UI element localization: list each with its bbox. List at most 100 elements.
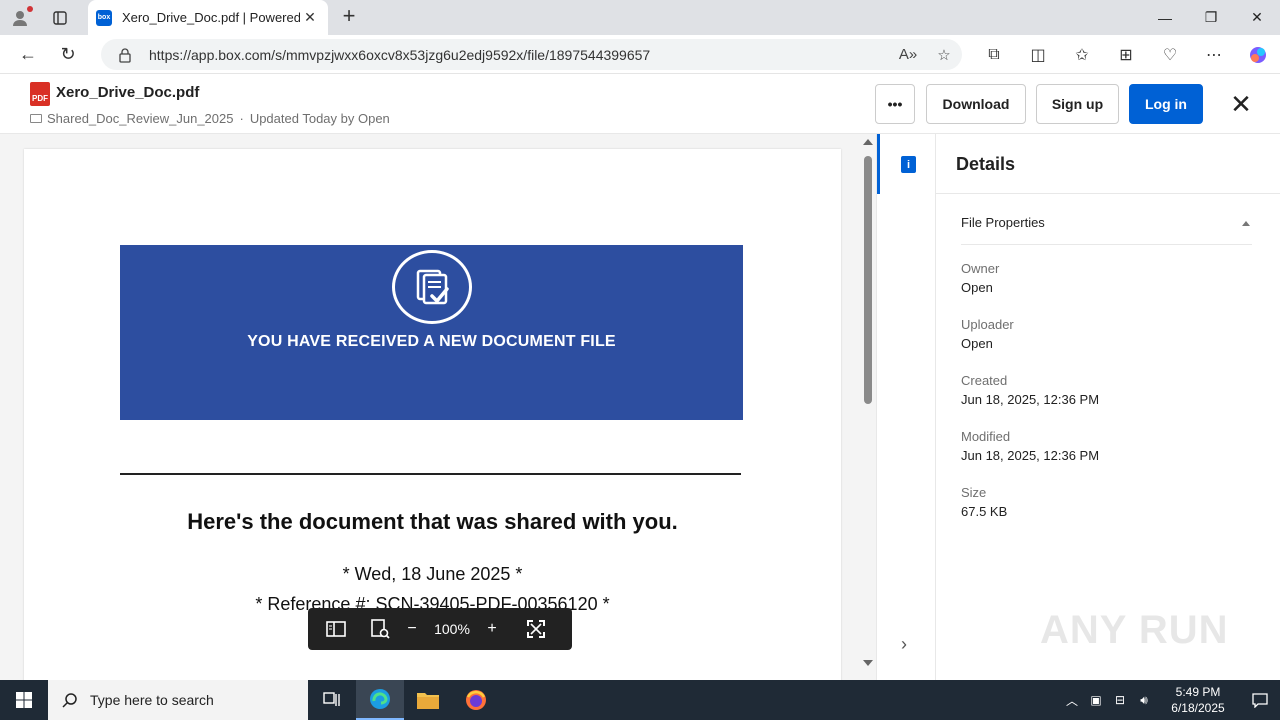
pdf-file-icon: PDF	[30, 82, 50, 106]
log-in-button[interactable]: Log in	[1129, 84, 1203, 124]
details-title: Details	[956, 154, 1016, 174]
info-icon[interactable]: i	[901, 156, 916, 173]
taskbar-search[interactable]: Type here to search	[48, 680, 308, 720]
search-icon	[62, 693, 77, 708]
taskbar-clock[interactable]: 5:49 PM 6/18/2025	[1156, 684, 1240, 716]
details-divider	[936, 193, 1280, 194]
breadcrumb: Shared_Doc_Review_Jun_2025 · Updated Tod…	[30, 111, 390, 126]
back-icon[interactable]: ←	[8, 36, 48, 72]
viewer-scrollbar[interactable]	[860, 134, 876, 680]
sign-up-button[interactable]: Sign up	[1036, 84, 1119, 124]
system-tray: ︿ ▣ ⊟ 🔊︎ 5:49 PM 6/18/2025	[1060, 680, 1280, 720]
scroll-down-icon[interactable]	[863, 660, 873, 666]
address-bar[interactable]: https://app.box.com/s/mmvpzjwxx6oxcv8x53…	[101, 39, 962, 70]
document-headline: Here's the document that was shared with…	[187, 509, 678, 534]
zoom-out-button[interactable]: −	[396, 608, 428, 650]
details-panel: Details File Properties Owner Open Uploa…	[936, 134, 1280, 680]
refresh-icon[interactable]: ↻	[48, 36, 88, 72]
download-button[interactable]: Download	[926, 84, 1026, 124]
extensions-icon[interactable]: ⧉	[972, 35, 1016, 74]
minimize-icon[interactable]: —	[1142, 0, 1188, 35]
favorite-star-icon[interactable]: ☆	[926, 46, 962, 64]
property-value: Jun 18, 2025, 12:36 PM	[961, 448, 1100, 463]
box-favicon-icon: box	[96, 9, 112, 26]
notifications-icon[interactable]	[1240, 680, 1280, 720]
property-value: Open	[961, 336, 993, 351]
edge-taskbar-icon[interactable]	[356, 680, 404, 720]
window-close-icon[interactable]: ✕	[1234, 0, 1280, 35]
window-controls: — ❐ ✕	[1142, 0, 1280, 35]
tab-close-icon[interactable]: ✕	[300, 9, 320, 26]
property-key: Size	[961, 485, 987, 500]
scrollbar-thumb[interactable]	[864, 156, 872, 404]
section-divider	[961, 244, 1252, 245]
browser-essentials-icon[interactable]: ♡	[1148, 35, 1192, 74]
pdf-page: YOU HAVE RECEIVED A NEW DOCUMENT FILE He…	[24, 149, 841, 680]
divider	[120, 473, 741, 475]
property-modified: Modified Jun 18, 2025, 12:36 PM	[961, 429, 1099, 463]
chevron-right-icon[interactable]: ›	[901, 634, 907, 655]
new-tab-icon[interactable]: +	[338, 5, 360, 29]
updated-info: Updated Today by Open	[249, 111, 390, 126]
property-value: 67.5 KB	[961, 504, 1008, 519]
file-properties-toggle[interactable]: File Properties	[961, 215, 1045, 230]
tab-actions-icon[interactable]	[40, 0, 80, 35]
read-aloud-icon[interactable]: A»	[890, 46, 926, 63]
close-preview-icon[interactable]: ✕	[1226, 90, 1256, 120]
folder-link[interactable]: Shared_Doc_Review_Jun_2025	[47, 111, 233, 126]
property-key: Uploader	[961, 317, 1014, 332]
split-screen-icon[interactable]: ◫	[1016, 35, 1060, 74]
document-date: * Wed, 18 June 2025 *	[342, 564, 523, 584]
property-value: Open	[961, 280, 993, 295]
profile-icon[interactable]	[0, 0, 40, 35]
network-icon[interactable]: ⊟	[1108, 680, 1132, 720]
property-owner: Owner Open	[961, 261, 999, 295]
document-banner: YOU HAVE RECEIVED A NEW DOCUMENT FILE	[120, 245, 743, 420]
zoom-in-button[interactable]: +	[476, 608, 508, 650]
collections-icon[interactable]: ⊞	[1104, 35, 1148, 74]
clock-time: 5:49 PM	[1175, 685, 1221, 699]
file-name: Xero_Drive_Doc.pdf	[56, 84, 200, 101]
search-placeholder: Type here to search	[90, 692, 214, 708]
viewer-toolbar: − 100% +	[308, 608, 572, 650]
property-key: Created	[961, 373, 1008, 388]
restore-icon[interactable]: ❐	[1188, 0, 1234, 35]
favorites-icon[interactable]: ✩	[1060, 35, 1104, 74]
firefox-icon[interactable]	[452, 680, 500, 720]
scroll-up-icon[interactable]	[863, 139, 873, 145]
property-size: Size 67.5 KB	[961, 485, 1007, 519]
breadcrumb-separator: ·	[239, 111, 244, 126]
zoom-level: 100%	[434, 621, 470, 637]
device-icon[interactable]: ▣	[1084, 680, 1108, 720]
banner-text: YOU HAVE RECEIVED A NEW DOCUMENT FILE	[247, 333, 616, 350]
browser-nav-bar: ← ↻ https://app.box.com/s/mmvpzjwxx6oxcv…	[0, 35, 1280, 74]
anyrun-watermark: ANY RUN	[1040, 608, 1229, 652]
url-text[interactable]: https://app.box.com/s/mmvpzjwxx6oxcv8x53…	[149, 47, 890, 63]
task-view-icon[interactable]	[308, 680, 356, 720]
find-in-document-icon[interactable]	[364, 608, 396, 650]
more-options-button[interactable]: •••	[875, 84, 915, 124]
active-indicator	[877, 134, 880, 194]
property-uploader: Uploader Open	[961, 317, 1014, 351]
tab-title: Xero_Drive_Doc.pdf | Powered by	[122, 10, 300, 25]
sidebar-toggle-icon[interactable]	[308, 608, 364, 650]
windows-taskbar: Type here to search ︿ ▣ ⊟ 🔊︎ 5:49 PM 6/1…	[0, 680, 1280, 720]
property-key: Owner	[961, 261, 1000, 276]
document-viewer[interactable]: YOU HAVE RECEIVED A NEW DOCUMENT FILE He…	[0, 134, 876, 680]
fullscreen-icon[interactable]	[508, 608, 564, 650]
property-value: Jun 18, 2025, 12:36 PM	[961, 392, 1100, 407]
property-key: Modified	[961, 429, 1011, 444]
lock-icon	[119, 47, 131, 63]
file-explorer-icon[interactable]	[404, 680, 452, 720]
copilot-icon[interactable]	[1236, 35, 1280, 74]
sidebar-nav: i ›	[876, 134, 936, 680]
box-file-header: PDF Xero_Drive_Doc.pdf Shared_Doc_Review…	[0, 74, 1280, 134]
volume-icon[interactable]: 🔊︎	[1132, 680, 1156, 720]
show-hidden-icons-chevron-icon[interactable]: ︿	[1060, 680, 1084, 720]
clock-date: 6/18/2025	[1171, 701, 1225, 715]
caret-up-icon[interactable]	[1242, 221, 1250, 226]
document-check-icon	[392, 250, 472, 324]
settings-more-icon[interactable]: ⋯	[1192, 35, 1236, 74]
browser-tab-active[interactable]: box Xero_Drive_Doc.pdf | Powered by ✕	[88, 0, 328, 35]
windows-start-icon[interactable]	[0, 680, 48, 720]
